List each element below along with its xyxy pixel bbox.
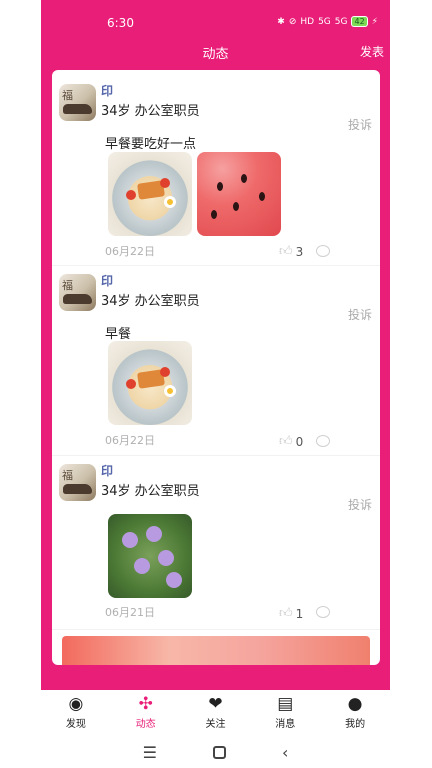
- like-button[interactable]: 👍︎ 1: [279, 606, 303, 621]
- post-text: 早餐: [105, 327, 132, 342]
- flower-petal: [146, 526, 162, 542]
- battery-icon: 42: [351, 16, 368, 27]
- melon-seed: [217, 182, 223, 191]
- nav-item-discover[interactable]: ◉ 发现: [41, 690, 111, 734]
- avatar-car-image: [63, 484, 92, 494]
- flower-petal: [166, 572, 182, 588]
- post-text: 早餐要吃好一点: [105, 137, 197, 152]
- hearts-icon: ❤: [208, 694, 223, 714]
- thumbs-up-icon: 👍︎: [279, 434, 293, 449]
- charging-icon: ⚡: [371, 16, 378, 27]
- avatar-image: 福: [62, 279, 73, 292]
- user-name[interactable]: 印: [101, 462, 113, 479]
- screen: 6:30 ✱ ⊘ HD 5G 5G 42 ⚡ 动态 发表 福 印 34岁 办公室…: [0, 0, 432, 768]
- report-link[interactable]: 投诉: [348, 496, 372, 513]
- mute-icon: ⊘: [288, 16, 297, 27]
- back-icon[interactable]: ‹: [282, 743, 288, 762]
- avatar-car-image: [63, 104, 92, 114]
- nav-item-me[interactable]: ● 我的: [320, 690, 390, 734]
- melon-seed: [259, 192, 265, 201]
- food-tomato: [126, 379, 136, 389]
- nav-label: 发现: [65, 719, 86, 730]
- nav-label: 动态: [135, 719, 156, 730]
- signal-5g-icon: 5G: [334, 16, 348, 27]
- post-image-food[interactable]: [108, 341, 192, 425]
- user-name[interactable]: 印: [101, 272, 113, 289]
- bottom-nav: ◉ 发现 ✣ 动态 ❤ 关注 ▤ 消息 ● 我的: [41, 690, 390, 734]
- nav-label: 关注: [205, 719, 226, 730]
- feed-list[interactable]: 福 印 34岁 办公室职员 投诉 早餐要吃好一点 06月22日 👍︎ 3 福 印…: [52, 70, 380, 665]
- nav-label: 我的: [345, 719, 366, 730]
- post-image-flower[interactable]: [108, 514, 192, 598]
- chat-icon: ▤: [277, 694, 294, 714]
- thumbs-up-icon: 👍︎: [279, 606, 293, 621]
- hd-icon: HD: [300, 16, 315, 27]
- menu-icon[interactable]: ☰: [143, 743, 157, 762]
- user-info: 34岁 办公室职员: [101, 294, 200, 309]
- nav-item-following[interactable]: ❤ 关注: [181, 690, 251, 734]
- page-title: 动态: [202, 47, 229, 62]
- post-image-watermelon[interactable]: [197, 152, 281, 236]
- melon-seed: [233, 202, 239, 211]
- home-icon[interactable]: [212, 745, 226, 759]
- melon-seed: [211, 210, 217, 219]
- melon-seed: [241, 174, 247, 183]
- user-name[interactable]: 印: [101, 82, 113, 99]
- comment-icon[interactable]: [316, 435, 330, 447]
- person-icon: ●: [347, 694, 363, 714]
- post-date: 06月22日: [105, 434, 155, 447]
- food-egg: [164, 385, 176, 397]
- feed-post[interactable]: 福 印 34岁 办公室职员 投诉 早餐要吃好一点 06月22日 👍︎ 3: [52, 70, 380, 266]
- ad-banner[interactable]: [62, 636, 370, 665]
- flower-petal: [134, 558, 150, 574]
- report-link[interactable]: 投诉: [348, 116, 372, 133]
- avatar-image: 福: [62, 469, 73, 482]
- post-date: 06月22日: [105, 245, 155, 258]
- pinwheel-icon: ✣: [138, 694, 153, 714]
- like-count: 0: [295, 434, 304, 449]
- food-tomato: [160, 178, 170, 188]
- bluetooth-icon: ✱: [277, 16, 285, 27]
- signal-5g-icon: 5G: [318, 16, 331, 27]
- like-button[interactable]: 👍︎ 0: [279, 434, 303, 449]
- feed-post[interactable]: 福 印 34岁 办公室职员 投诉 早餐 06月22日 👍︎ 0: [52, 266, 380, 456]
- avatar[interactable]: 福: [59, 464, 96, 501]
- like-count: 1: [295, 606, 304, 621]
- food-tomato: [126, 190, 136, 200]
- system-nav-bar: ☰ ‹: [41, 736, 390, 768]
- report-link[interactable]: 投诉: [348, 306, 372, 323]
- app-bar: 动态 发表: [41, 38, 390, 66]
- like-count: 3: [295, 244, 304, 259]
- food-egg: [164, 196, 176, 208]
- user-info: 34岁 办公室职员: [101, 104, 200, 119]
- status-time: 6:30: [107, 16, 134, 30]
- status-bar: 6:30 ✱ ⊘ HD 5G 5G 42 ⚡: [41, 10, 390, 36]
- feed-post[interactable]: 福 印 34岁 办公室职员 投诉 06月21日 👍︎ 1: [52, 456, 380, 630]
- food-tomato: [160, 367, 170, 377]
- post-button[interactable]: 发表: [360, 43, 384, 60]
- nav-label: 消息: [275, 719, 296, 730]
- flower-petal: [158, 550, 174, 566]
- flower-petal: [122, 532, 138, 548]
- eye-icon: ◉: [68, 694, 84, 714]
- post-date: 06月21日: [105, 606, 155, 619]
- comment-icon[interactable]: [316, 245, 330, 257]
- status-icons: ✱ ⊘ HD 5G 5G 42 ⚡: [277, 16, 378, 27]
- avatar-car-image: [63, 294, 92, 304]
- avatar-image: 福: [62, 89, 73, 102]
- thumbs-up-icon: 👍︎: [279, 244, 293, 259]
- avatar[interactable]: 福: [59, 274, 96, 311]
- nav-item-messages[interactable]: ▤ 消息: [250, 690, 320, 734]
- avatar[interactable]: 福: [59, 84, 96, 121]
- comment-icon[interactable]: [316, 606, 330, 618]
- nav-item-moments[interactable]: ✣ 动态: [111, 690, 181, 734]
- like-button[interactable]: 👍︎ 3: [279, 244, 303, 259]
- user-info: 34岁 办公室职员: [101, 484, 200, 499]
- post-image-food[interactable]: [108, 152, 192, 236]
